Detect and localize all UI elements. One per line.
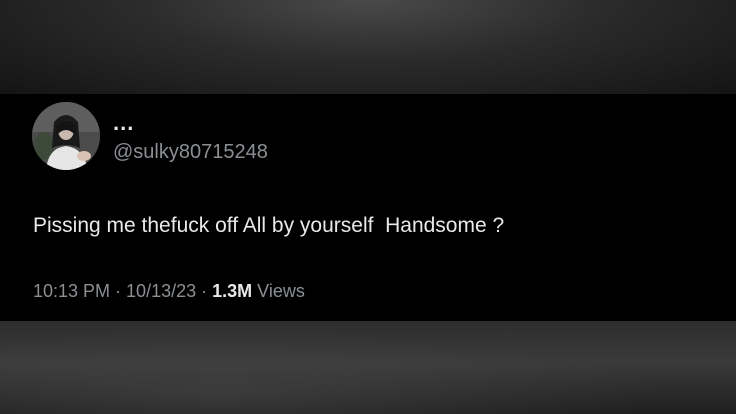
user-handle[interactable]: @sulky80715248 (113, 140, 268, 164)
meta-separator: · (196, 281, 213, 301)
avatar-photo-icon (32, 102, 100, 170)
tweet-date[interactable]: 10/13/23 (126, 281, 196, 301)
tweet-text: Pissing me thefuck off All by yourself H… (33, 214, 505, 237)
views-count[interactable]: 1.3M (212, 281, 252, 301)
views-label[interactable]: Views (252, 281, 305, 301)
meta-separator: · (110, 281, 127, 301)
blurred-backdrop-top (0, 0, 736, 94)
display-name[interactable]: ... (113, 112, 134, 134)
tweet-meta: 10:13 PM · 10/13/23 · 1.3M Views (33, 279, 305, 303)
tweet-time[interactable]: 10:13 PM (33, 281, 110, 301)
avatar[interactable] (32, 102, 100, 170)
blurred-backdrop-bottom (0, 321, 736, 414)
